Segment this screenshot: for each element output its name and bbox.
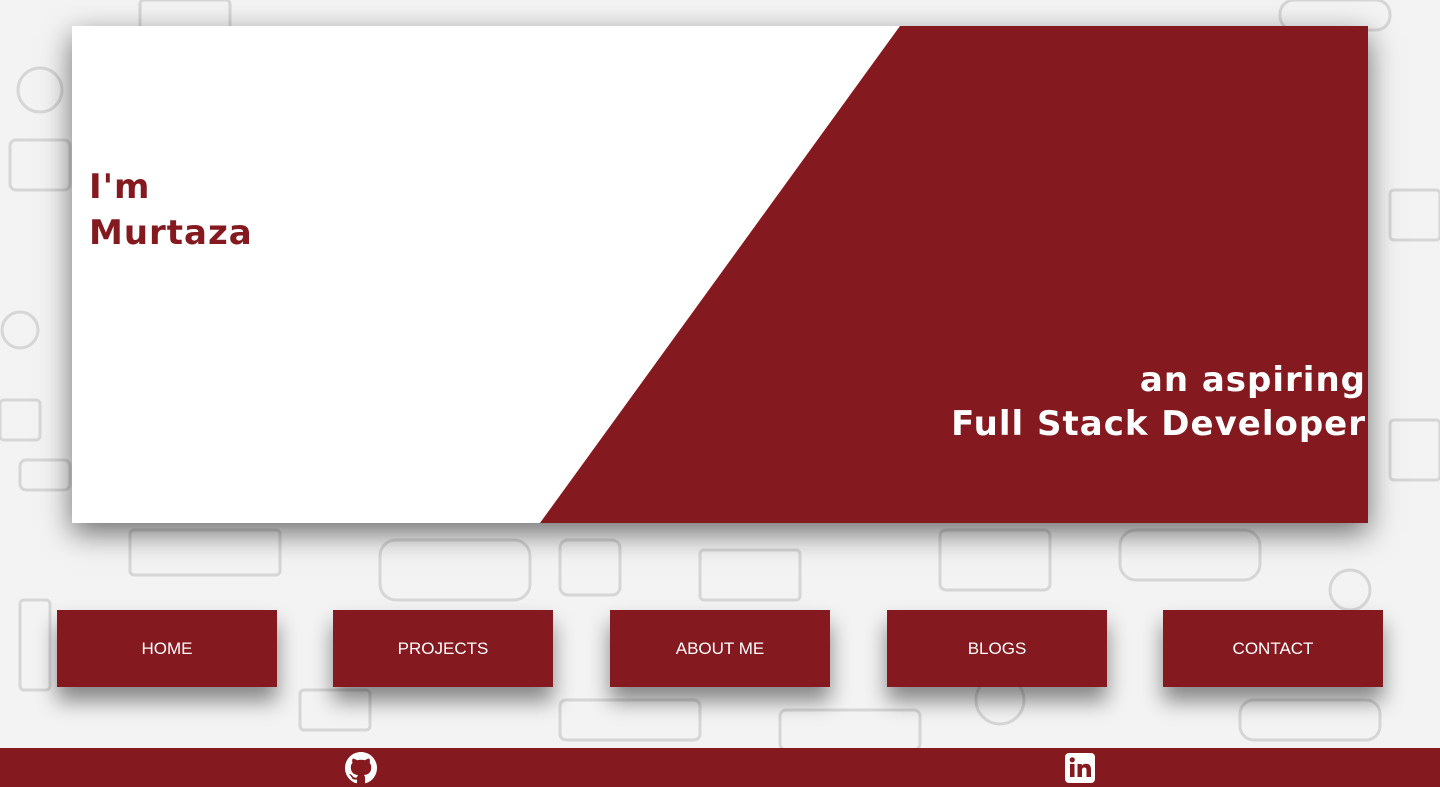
intro-line-1: I'm [89, 167, 151, 207]
intro-name: Murtaza [89, 213, 253, 253]
main-nav: HOME PROJECTS ABOUT ME BLOGS CONTACT [0, 610, 1440, 687]
nav-about-me-button[interactable]: ABOUT ME [610, 610, 830, 687]
tagline-line-2: Full Stack Developer [951, 404, 1366, 444]
linkedin-icon [1065, 753, 1095, 783]
tagline-line-1: an aspiring [1139, 360, 1366, 400]
github-link[interactable] [345, 752, 377, 784]
linkedin-link[interactable] [1064, 752, 1096, 784]
nav-projects-button[interactable]: PROJECTS [333, 610, 553, 687]
hero-card: I'm Murtaza an aspiring Full Stack Devel… [72, 26, 1368, 523]
github-icon [345, 752, 377, 784]
tagline: an aspiring Full Stack Developer [951, 358, 1366, 446]
nav-home-button[interactable]: HOME [57, 610, 277, 687]
nav-blogs-button[interactable]: BLOGS [887, 610, 1107, 687]
footer [0, 748, 1440, 787]
hero-diagonal-panel [540, 26, 1368, 523]
nav-contact-button[interactable]: CONTACT [1163, 610, 1383, 687]
intro-heading: I'm Murtaza [89, 164, 253, 256]
